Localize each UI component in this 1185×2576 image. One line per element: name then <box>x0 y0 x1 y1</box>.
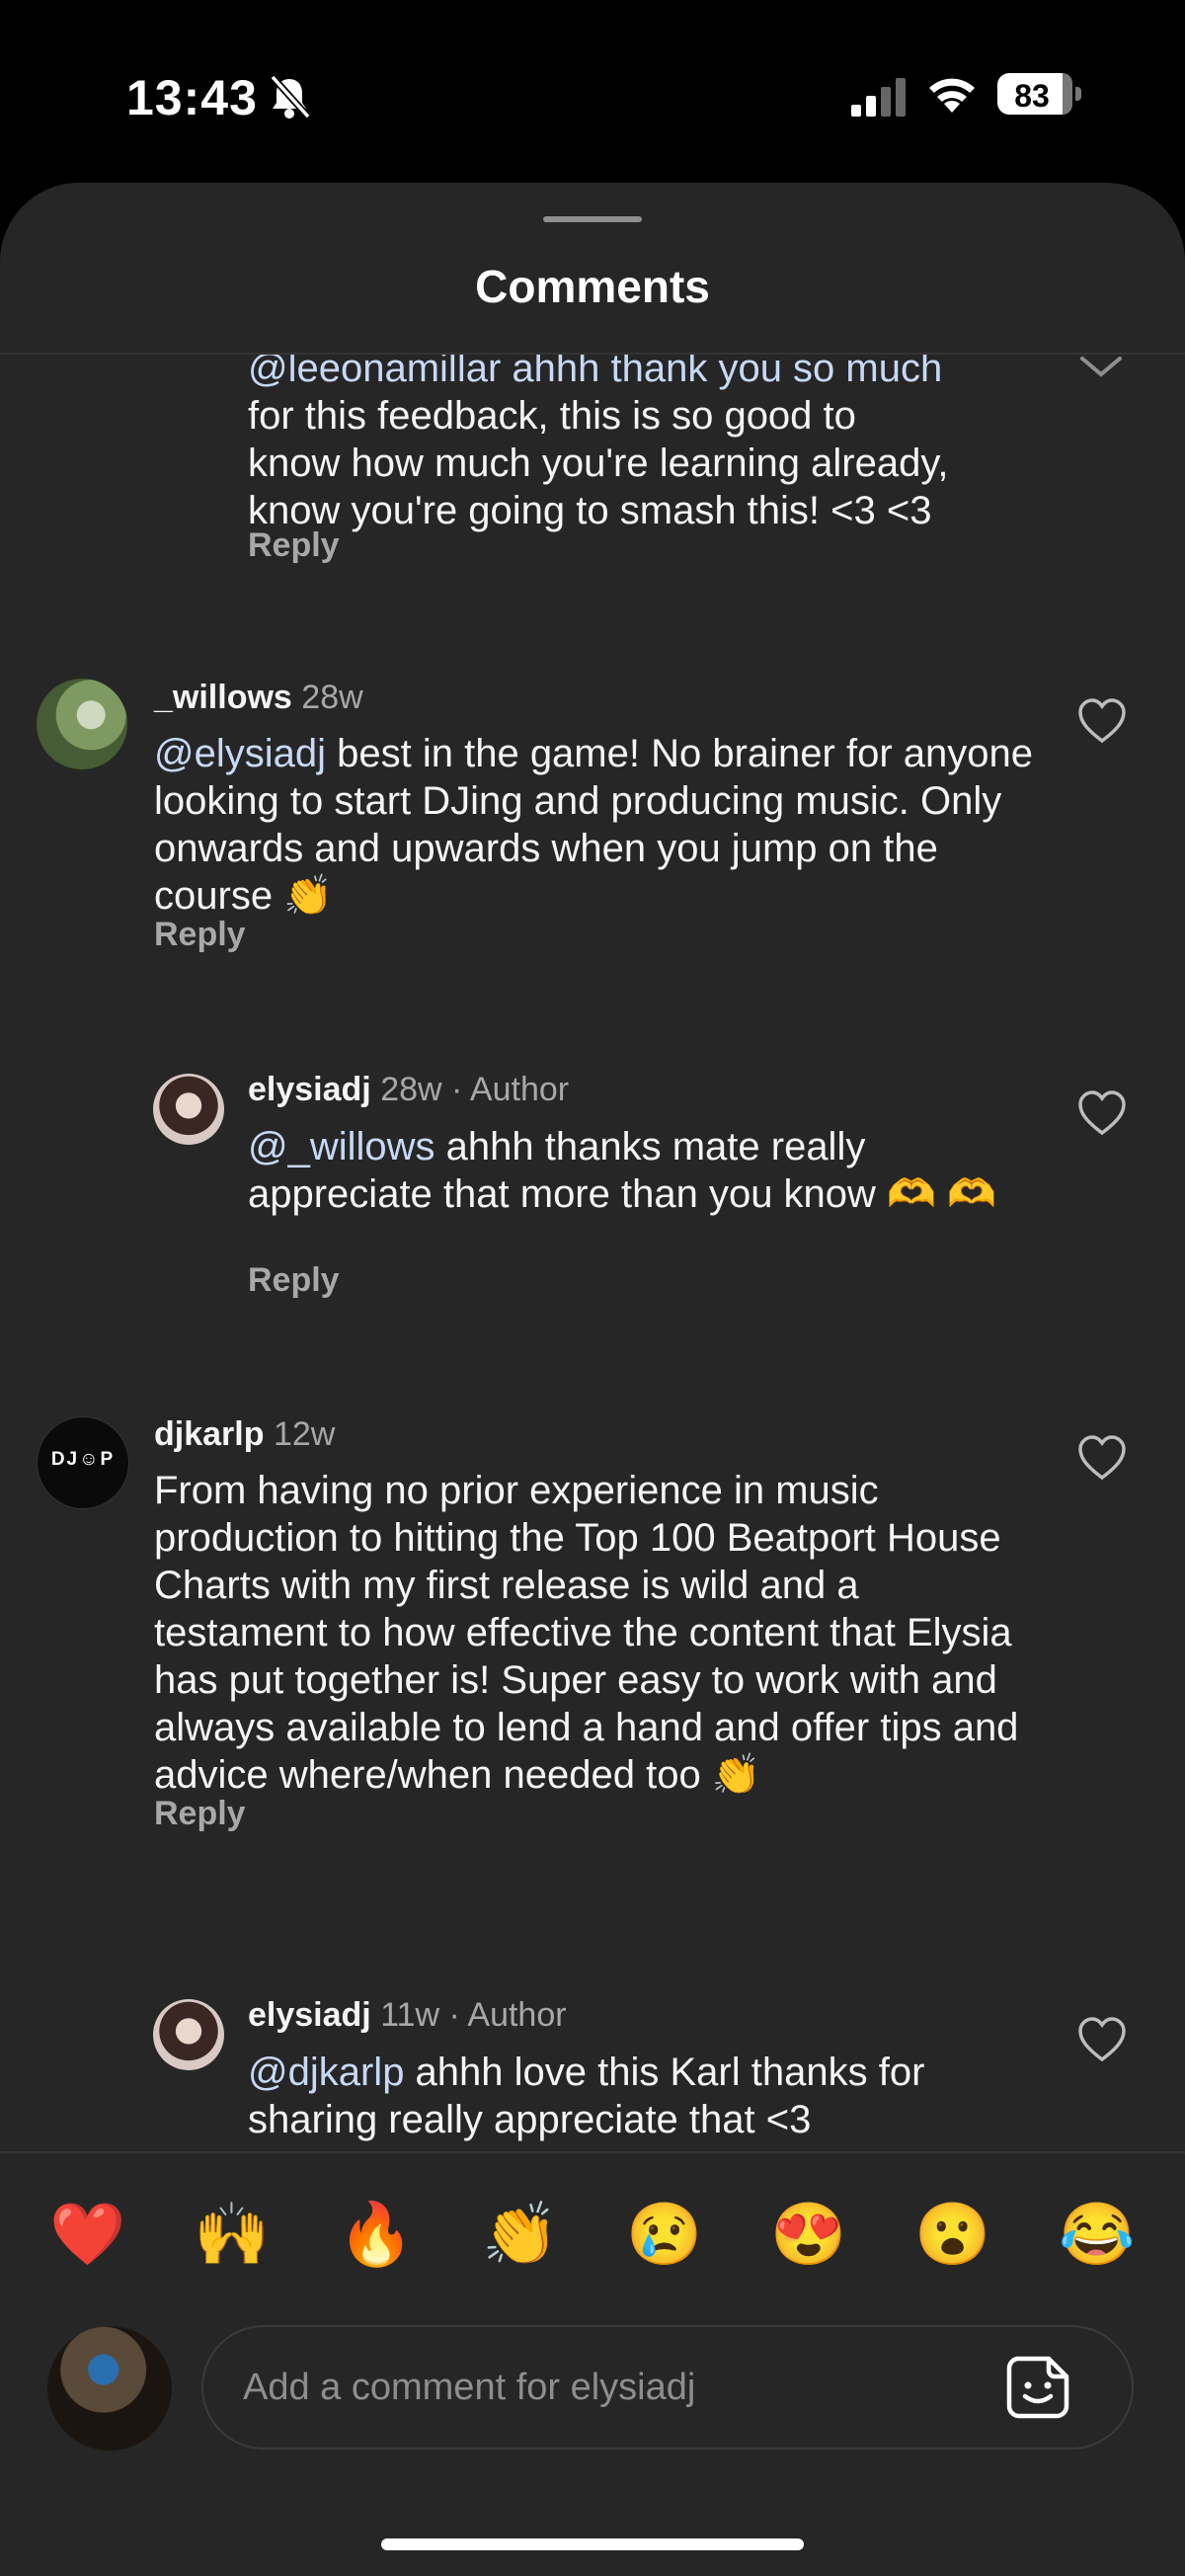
comment-meta: djkarlp 12w <box>154 1415 335 1454</box>
reply-button[interactable]: Reply <box>248 1261 340 1300</box>
comment-input[interactable]: Add a comment for elysiadj <box>201 2325 1134 2450</box>
chevron-down-icon[interactable] <box>1076 355 1126 382</box>
sheet-title: Comments <box>475 261 710 312</box>
mention-link[interactable]: @elysiadj <box>154 732 326 775</box>
emoji-heart[interactable]: ❤️ <box>49 2201 125 2270</box>
comment-username[interactable]: elysiadj <box>248 1996 371 2034</box>
sheet-grabber[interactable] <box>543 216 642 222</box>
wifi-icon <box>929 78 975 113</box>
emoji-surprised[interactable]: 😮 <box>914 2201 990 2270</box>
comment-meta: elysiadj 11w · Author <box>248 1996 567 2035</box>
comment-input-placeholder: Add a comment for elysiadj <box>243 2367 696 2408</box>
bell-slash-icon <box>270 74 311 120</box>
comment-username[interactable]: elysiadj <box>248 1071 371 1108</box>
comment-text: @leeonamillar ahhh thank you so much for… <box>248 355 949 532</box>
comment-time: 28w <box>301 679 363 716</box>
comments-list[interactable]: @leeonamillar ahhh thank you so much for… <box>0 355 1185 2154</box>
reply-button[interactable]: Reply <box>154 1795 246 1833</box>
avatar[interactable]: DJ☺P <box>37 1416 129 1509</box>
comment-meta: elysiadj 28w · Author <box>248 1071 569 1109</box>
battery-icon: 83 <box>997 73 1082 117</box>
comment-text: From having no prior experience in music… <box>154 1469 1019 1797</box>
heart-icon[interactable] <box>1076 2016 1128 2063</box>
emoji-cry[interactable]: 😢 <box>626 2201 702 2270</box>
emoji-raised-hands[interactable]: 🙌 <box>194 2201 270 2270</box>
current-user-avatar <box>47 2326 172 2451</box>
comment-time: 11w · Author <box>380 1996 567 2034</box>
mention-link[interactable]: @djkarlp <box>248 2051 404 2094</box>
comment-username[interactable]: djkarlp <box>154 1415 264 1453</box>
comment-username[interactable]: _willows <box>154 679 292 716</box>
avatar[interactable] <box>153 1074 224 1145</box>
avatar[interactable] <box>37 679 127 769</box>
emoji-heart-eyes[interactable]: 😍 <box>770 2201 846 2270</box>
comment-time: 12w <box>273 1415 336 1453</box>
comment-text: @_willows ahhh thanks mate really apprec… <box>248 1125 996 1216</box>
comment-meta: _willows 28w <box>154 679 363 717</box>
reply-button[interactable]: Reply <box>154 916 246 954</box>
heart-icon[interactable] <box>1076 1089 1128 1137</box>
heart-icon[interactable] <box>1076 1434 1128 1482</box>
emoji-reaction-bar: ❤️ 🙌 🔥 👏 😢 😍 😮 😂 <box>0 2151 1185 2321</box>
reply-button[interactable]: Reply <box>248 526 340 565</box>
comment-time: 28w · Author <box>380 1071 570 1108</box>
battery-level: 83 <box>1014 78 1050 114</box>
comment-text: @elysiadj best in the game! No brainer f… <box>154 732 1033 918</box>
avatar[interactable] <box>153 1999 224 2070</box>
status-bar: 13:43 83 <box>0 0 1185 183</box>
mention-link[interactable]: @_willows <box>248 1125 435 1168</box>
emoji-fire[interactable]: 🔥 <box>338 2201 414 2270</box>
status-time: 13:43 <box>126 70 258 125</box>
sticker-icon[interactable] <box>1003 2353 1072 2422</box>
emoji-clap[interactable]: 👏 <box>482 2201 558 2270</box>
avatar-text: DJ☺P <box>50 1449 116 1470</box>
home-indicator[interactable] <box>381 2538 804 2550</box>
emoji-laughing[interactable]: 😂 <box>1059 2201 1135 2270</box>
heart-icon[interactable] <box>1076 697 1128 745</box>
comment-text: @djkarlp ahhh love this Karl thanks for … <box>248 2051 925 2141</box>
signal-icon <box>851 78 906 117</box>
